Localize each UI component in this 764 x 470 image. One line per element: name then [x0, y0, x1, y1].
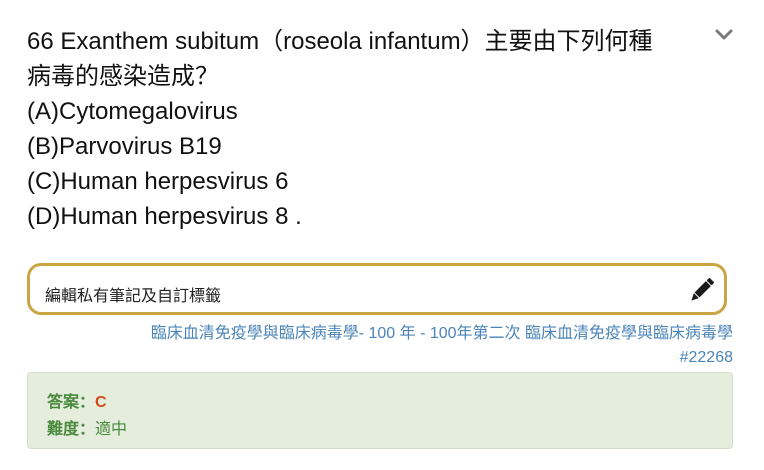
answer-panel: 答案：C 難度：適中	[27, 372, 733, 449]
question-source: 臨床血清免疫學與臨床病毒學- 100 年 - 100年第二次 臨床血清免疫學與臨…	[60, 322, 733, 370]
exam-source-link[interactable]: 臨床血清免疫學與臨床病毒學- 100 年 - 100年第二次 臨床血清免疫學與臨…	[151, 325, 733, 342]
question-text: 66 Exanthem subitum（roseola infantum）主要由…	[27, 24, 717, 234]
question-id-link[interactable]: #22268	[680, 349, 733, 366]
option-d: (D)Human herpesvirus 8 .	[27, 203, 302, 230]
question-line-2: 病毒的感染造成？	[27, 63, 219, 90]
difficulty-value: 適中	[95, 421, 128, 438]
question-line-1: 66 Exanthem subitum（roseola infantum）主要由…	[27, 28, 653, 55]
private-note-label: 編輯私有筆記及自訂標籤	[45, 288, 222, 305]
private-note-field[interactable]: 編輯私有筆記及自訂標籤	[27, 263, 727, 315]
answer-value: C	[95, 394, 107, 411]
option-c: (C)Human herpesvirus 6	[27, 168, 289, 195]
pencil-icon[interactable]	[686, 274, 718, 306]
difficulty-row: 難度：適中	[47, 415, 127, 439]
difficulty-label: 難度：	[47, 421, 96, 438]
option-a: (A)Cytomegalovirus	[27, 98, 238, 125]
option-b: (B)Parvovirus B19	[27, 133, 222, 160]
answer-row: 答案：C	[47, 388, 107, 412]
answer-label: 答案：	[47, 394, 96, 411]
chevron-down-icon[interactable]	[714, 28, 734, 42]
